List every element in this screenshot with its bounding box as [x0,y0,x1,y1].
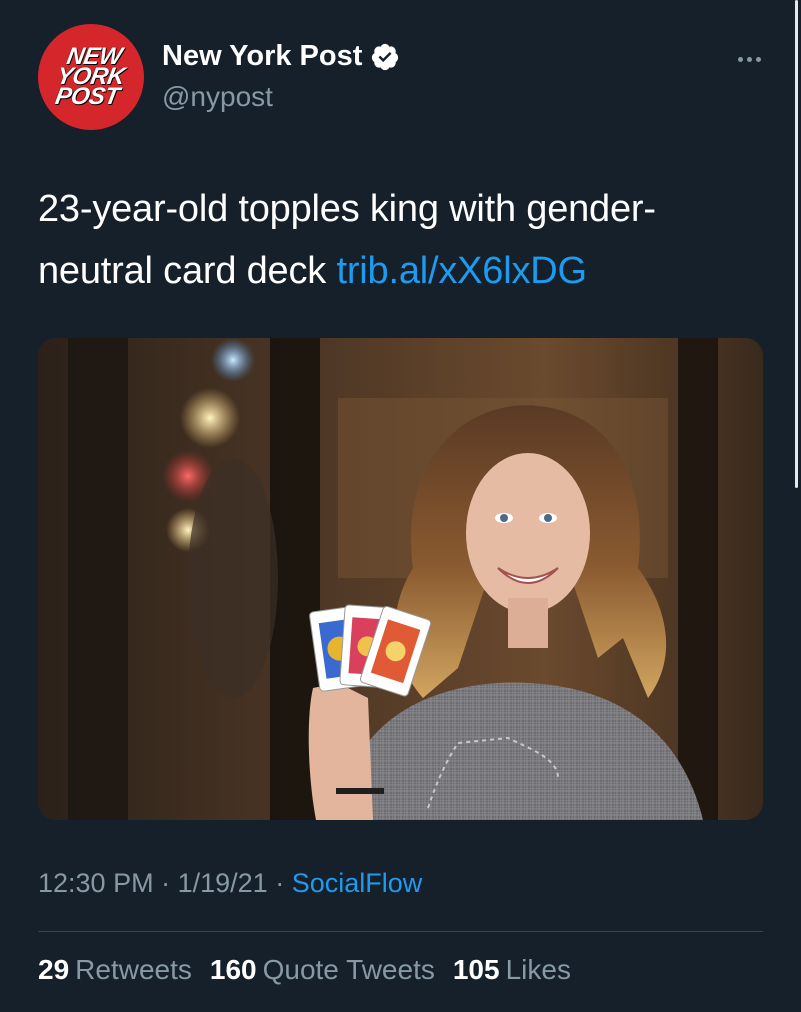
author-name-row[interactable]: New York Post [162,40,400,73]
scroll-indicator[interactable] [795,0,798,488]
engagement-stats: 29 Retweets 160 Quote Tweets 105 Likes [38,954,589,986]
likes-count: 105 [452,954,500,985]
avatar-line-3: POST [53,83,122,110]
avatar[interactable]: NEW YORK POST [38,24,144,130]
likes-label: Likes [505,954,571,985]
avatar-logo-text: NEW YORK POST [52,43,130,110]
quote-tweets-count: 160 [209,954,257,985]
verified-badge-icon [370,42,400,72]
photo-illustration [38,338,763,820]
retweets-count: 29 [38,954,70,985]
author-handle[interactable]: @nypost [162,81,273,113]
tweet-date[interactable]: 1/19/21 [178,868,268,898]
likes-stat[interactable]: 105 Likes [453,954,571,986]
tweet-header: NEW YORK POST New York Post @nypost [38,24,763,130]
quote-tweets-label: Quote Tweets [262,954,435,985]
retweets-label: Retweets [75,954,192,985]
more-options-icon[interactable] [727,44,771,74]
tweet-link[interactable]: trib.al/xX6lxDG [336,250,587,292]
tweet-photo[interactable] [38,338,763,820]
author-display-name[interactable]: New York Post [162,40,362,73]
tweet-source-link[interactable]: SocialFlow [292,868,423,898]
tweet-time[interactable]: 12:30 PM [38,868,154,898]
tweet-metadata: 12:30 PM · 1/19/21 · SocialFlow [38,868,422,899]
quote-tweets-stat[interactable]: 160 Quote Tweets [210,954,435,986]
meta-separator-2: · [275,868,285,898]
retweets-stat[interactable]: 29 Retweets [38,954,192,986]
meta-separator: · [161,868,171,898]
stats-divider [38,931,763,932]
tweet-text: 23-year-old topples king with gender-neu… [38,178,768,302]
